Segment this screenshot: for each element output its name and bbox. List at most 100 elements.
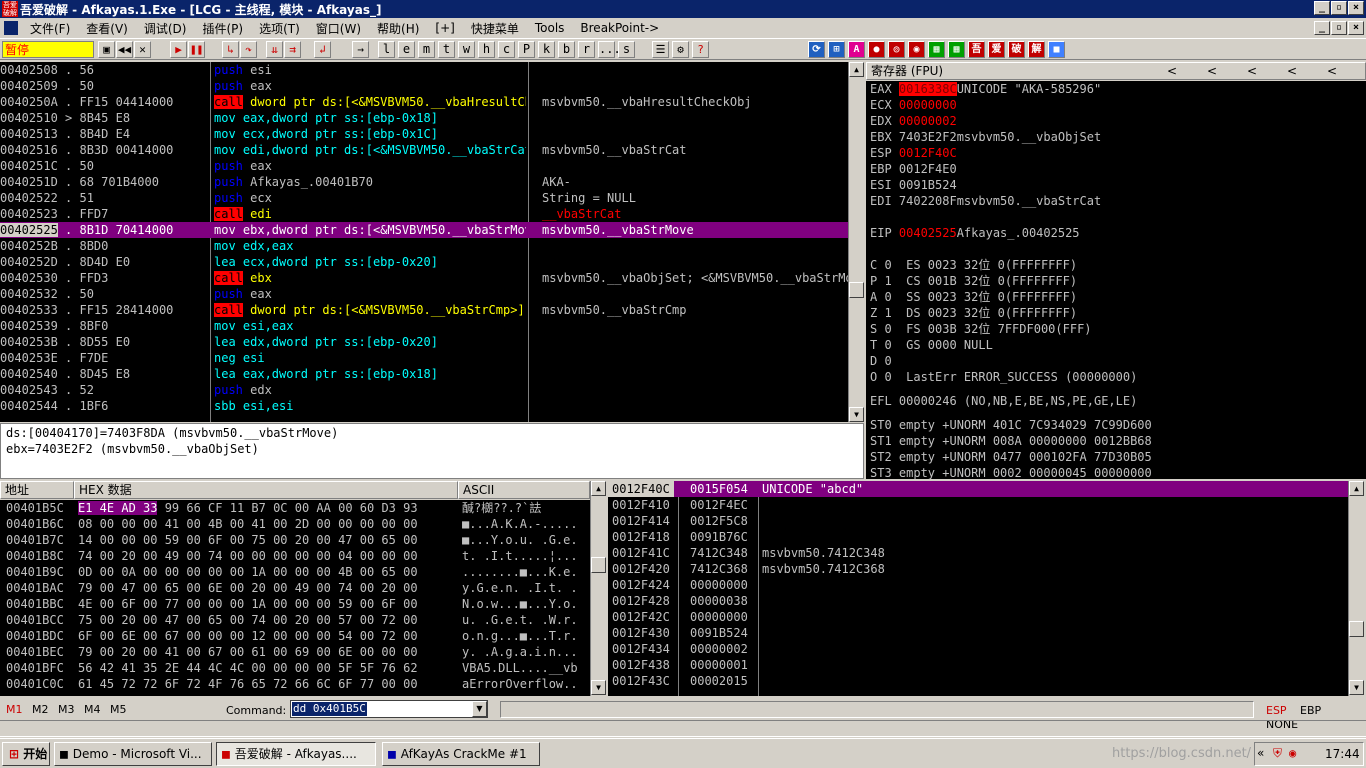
disasm-row[interactable]: 0040252D . 8D4D E0 lea ecx,dword ptr ss:[… [0, 254, 848, 270]
register-value[interactable]: 0016338C [898, 82, 957, 96]
hex-bytes[interactable]: 6F 00 6E 00 67 00 00 00 12 00 00 00 54 0… [78, 628, 418, 644]
stack-scrollbar[interactable]: ▲ ▼ [1348, 481, 1364, 696]
register-row[interactable]: EBX 7403E2F2msvbvm50.__vbaObjSet [870, 129, 1366, 145]
disasm-row[interactable]: 0040251D . 68 701B4000 push Afkayas_.0040… [0, 174, 848, 190]
disasm-row[interactable]: 00402530 . FFD3 call ebx msvbvm50.__vbaObj… [0, 270, 848, 286]
memory-tab[interactable]: M1 [6, 703, 32, 716]
register-value[interactable]: 00402525 [899, 226, 957, 240]
nav-arrow-icon[interactable]: < [1287, 63, 1327, 79]
plugin-button[interactable]: ⊞ [828, 41, 845, 58]
hex-bytes[interactable]: 08 00 00 00 41 00 4B 00 41 00 2D 00 00 0… [78, 516, 418, 532]
disasm-row[interactable]: 00402532 . 50 push eax [0, 286, 848, 302]
menu-item[interactable]: 快捷菜单 [463, 20, 527, 37]
disasm-row[interactable]: 00402522 . 51 push ecx String = NULL [0, 190, 848, 206]
start-button[interactable]: ⊞ 开始 [2, 742, 50, 766]
trace-over-icon[interactable]: ⇉ [284, 41, 301, 58]
register-value[interactable]: 0012F4E0 [899, 162, 957, 176]
stack-row[interactable]: 0012F410 0012F4EC [608, 497, 1348, 513]
stack-row[interactable]: 0012F438 00000001 [608, 657, 1348, 673]
fpu-row[interactable]: ST3 empty +UNORM 0002 00000045 00000000 [870, 465, 1366, 479]
dump-row[interactable]: 00401B6C 08 00 00 00 41 00 4B 00 41 00 2D… [0, 516, 590, 532]
stack-row[interactable]: 0012F434 00000002 [608, 641, 1348, 657]
register-row[interactable]: EIP 00402525Afkayas_.00402525 [870, 225, 1366, 241]
dump-row[interactable]: 00401BCC 75 00 20 00 47 00 65 00 74 00 20… [0, 612, 590, 628]
menu-item[interactable]: 查看(V) [78, 20, 136, 37]
window-letter-button[interactable]: c [498, 41, 515, 58]
menu-item[interactable]: 窗口(W) [308, 20, 369, 37]
hex-bytes[interactable]: 79 00 47 00 65 00 6E 00 20 00 49 00 74 0… [78, 580, 418, 596]
menu-item[interactable]: Tools [527, 21, 573, 35]
hex-bytes[interactable]: 4E 00 6F 00 77 00 00 00 1A 00 00 00 59 0… [78, 596, 418, 612]
clock[interactable]: 17:44 [1325, 747, 1360, 761]
flag-row[interactable]: P 1 CS 001B 32位 0(FFFFFFFF) [870, 273, 1366, 289]
dump-pane[interactable]: 00401B5C E1 4E AD 33 99 66 CF 11 B7 0C 00… [0, 500, 590, 696]
help-icon[interactable]: ? [692, 41, 709, 58]
fpu-row[interactable]: ST0 empty +UNORM 401C 7C934029 7C99D600 [870, 417, 1366, 433]
stack-value[interactable]: 00000000 [690, 577, 748, 593]
window-letter-button[interactable]: l [378, 41, 395, 58]
chevron-down-icon[interactable]: ▼ [472, 701, 487, 717]
stack-row[interactable]: 0012F418 0091B76C [608, 529, 1348, 545]
hex-bytes[interactable]: 79 00 20 00 41 00 67 00 61 00 69 00 6E 0… [78, 644, 418, 660]
step-over-icon[interactable]: ↷ [240, 41, 257, 58]
register-value[interactable]: 7402208F [899, 194, 957, 208]
taskbar-item[interactable]: ◼ Demo - Microsoft Vi... [54, 742, 212, 766]
register-row[interactable]: EAX 0016338CUNICODE "AKA-585296" [870, 81, 1366, 97]
plugin-button[interactable]: 破 [1008, 41, 1025, 58]
child-minimize-button[interactable]: _ [1314, 21, 1330, 35]
register-value[interactable]: 0012F40C [899, 146, 957, 160]
window-letter-button[interactable]: ... [598, 41, 621, 58]
window-letter-button[interactable]: w [458, 41, 475, 58]
stack-value[interactable]: 00002015 [690, 673, 748, 689]
plugin-button[interactable]: ⟳ [808, 41, 825, 58]
disasm-row[interactable]: 0040252B . 8BD0 mov edx,eax [0, 238, 848, 254]
fpu-row[interactable]: ST1 empty +UNORM 008A 00000000 0012BB68 [870, 433, 1366, 449]
stack-pane[interactable]: 0012F40C 0015F054 UNICODE "abcd" 0012F410 00… [608, 481, 1348, 696]
open-folder-icon[interactable]: ▣ [98, 41, 115, 58]
window-letter-button[interactable]: r [578, 41, 595, 58]
menu-item[interactable]: BreakPoint-> [572, 21, 667, 35]
dump-row[interactable]: 00401B5C E1 4E AD 33 99 66 CF 11 B7 0C 00… [0, 500, 590, 516]
ascii-text[interactable]: ■...Y.o.u. .G.e. [462, 532, 578, 548]
pause-icon[interactable]: ❚❚ [188, 41, 205, 58]
disasm-row[interactable]: 00402533 . FF15 28414000 call dword ptr d… [0, 302, 848, 318]
disasm-row[interactable]: 00402509 . 50 push eax [0, 78, 848, 94]
menu-item[interactable]: 选项(T) [251, 20, 308, 37]
plugin-button[interactable]: 解 [1028, 41, 1045, 58]
taskbar-item-active[interactable]: ◼ 吾爱破解 - Afkayas.... [216, 742, 376, 766]
stack-row[interactable]: 0012F420 7412C368 msvbvm50.7412C368 [608, 561, 1348, 577]
stack-value[interactable]: 0091B524 [690, 625, 748, 641]
stack-mode-button[interactable]: EBP [1300, 704, 1334, 717]
nav-arrow-icon[interactable]: < [1167, 63, 1207, 79]
run-icon[interactable]: ▶ [170, 41, 187, 58]
ascii-text[interactable]: N.o.w...■...Y.o. [462, 596, 578, 612]
register-row[interactable]: ESP 0012F40C [870, 145, 1366, 161]
dump-row[interactable]: 00401C0C 61 45 72 72 6F 72 4F 76 65 72 66… [0, 676, 590, 692]
disasm-row[interactable]: 0040250A . FF15 04414000 call dword ptr d… [0, 94, 848, 110]
hex-bytes[interactable]: 74 00 20 00 49 00 74 00 00 00 00 00 04 0… [78, 548, 418, 564]
hex-bytes[interactable]: 14 00 00 00 59 00 6F 00 75 00 20 00 47 0… [78, 532, 418, 548]
child-restore-button[interactable]: ▫ [1331, 21, 1347, 35]
disasm-row[interactable]: 00402523 . FFD7 call edi __vbaStrCat [0, 206, 848, 222]
disasm-row[interactable]: 00402516 . 8B3D 00414000 mov edi,dword pt… [0, 142, 848, 158]
disasm-row[interactable]: 0040251C . 50 push eax [0, 158, 848, 174]
plugin-button[interactable]: ◉ [908, 41, 925, 58]
stack-mode-button[interactable]: ESP [1266, 704, 1300, 717]
register-value[interactable]: 0091B524 [899, 178, 957, 192]
stack-value[interactable]: 00000002 [690, 641, 748, 657]
ascii-text[interactable]: o.n.g...■...T.r. [462, 628, 578, 644]
stack-value[interactable]: 0091B76C [690, 529, 748, 545]
memory-tab[interactable]: M5 [110, 703, 136, 716]
window-letter-button[interactable]: h [478, 41, 495, 58]
register-row[interactable]: EBP 0012F4E0 [870, 161, 1366, 177]
menu-item[interactable]: 帮助(H) [369, 20, 427, 37]
minimize-button[interactable]: _ [1314, 1, 1330, 15]
tray-expand-icon[interactable]: « [1257, 746, 1264, 760]
column-header[interactable]: 地址 [0, 481, 74, 499]
stack-value[interactable]: 0012F5C8 [690, 513, 748, 529]
execute-till-return-icon[interactable]: ↲ [314, 41, 331, 58]
plugin-button[interactable]: A [848, 41, 865, 58]
plugin-button[interactable]: ● [868, 41, 885, 58]
window-letter-button[interactable]: b [558, 41, 575, 58]
disasm-row[interactable]: 00402508 . 56 push esi [0, 62, 848, 78]
